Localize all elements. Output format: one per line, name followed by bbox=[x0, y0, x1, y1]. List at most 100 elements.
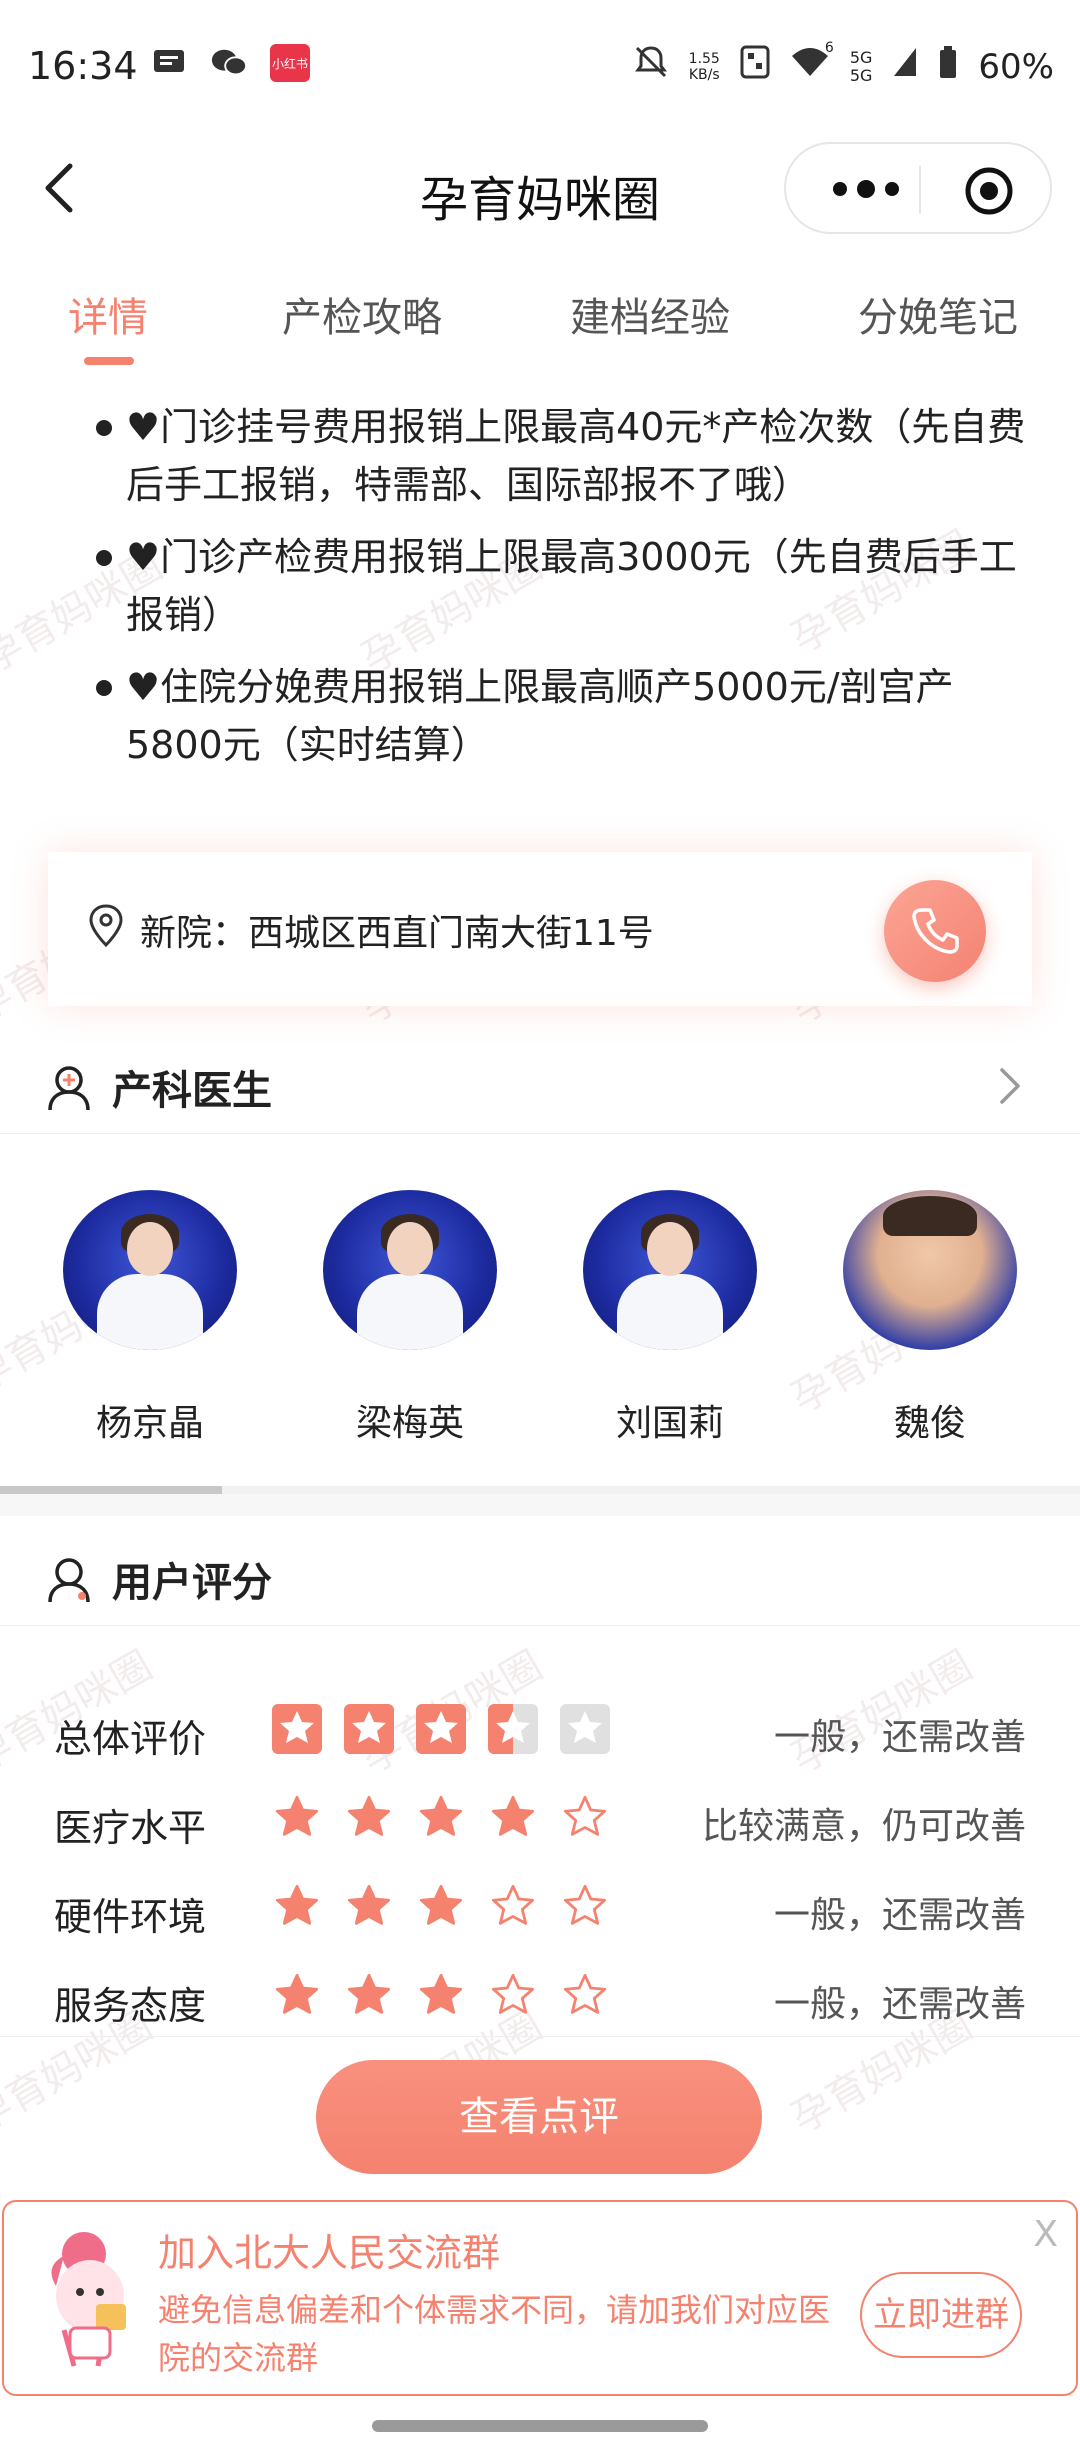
user-icon bbox=[46, 1556, 92, 1604]
target-icon bbox=[965, 167, 1013, 215]
doctor-avatar bbox=[843, 1190, 1017, 1350]
battery-icon bbox=[938, 45, 958, 88]
list-item: ♥门诊产检费用报销上限最高3000元（先自费后手工报销） bbox=[94, 528, 1034, 644]
capsule-menu bbox=[784, 142, 1052, 234]
join-group-banner[interactable]: 加入北大人民交流群 避免信息偏差和个体需求不同，请加我们对应医院的交流群 立即进… bbox=[2, 2200, 1078, 2396]
tab-bar: 详情 产检攻略 建档经验 分娩笔记 bbox=[0, 285, 1080, 365]
signal-icon bbox=[892, 46, 918, 87]
doctor-avatar bbox=[323, 1190, 497, 1350]
doctor-avatar bbox=[63, 1190, 237, 1350]
tab-delivery-notes[interactable]: 分娩笔记 bbox=[858, 285, 1018, 343]
rating-row: 服务态度 一般，还需改善 bbox=[0, 1967, 1080, 2037]
star-filled-icon bbox=[416, 1971, 466, 2021]
doctor-name: 魏俊 bbox=[893, 1403, 966, 1444]
star-empty-icon bbox=[560, 1704, 610, 1754]
star-filled-icon bbox=[272, 1971, 322, 2021]
star-filled-icon bbox=[488, 1793, 538, 1843]
battery-level: 60% bbox=[978, 46, 1054, 87]
doctor-icon bbox=[46, 1064, 92, 1112]
doctors-section-header[interactable]: 产科医生 bbox=[0, 1038, 1080, 1134]
banner-title: 加入北大人民交流群 bbox=[158, 2231, 501, 2275]
rating-label: 硬件环境 bbox=[54, 1895, 207, 1939]
doctor-name: 杨京晶 bbox=[95, 1403, 204, 1444]
section-title: 用户评分 bbox=[112, 1560, 272, 1606]
doctor-name: 梁梅英 bbox=[355, 1403, 464, 1444]
status-right: 1.55 KB/s 6 5G 5G 60% bbox=[633, 40, 1054, 89]
phone-icon bbox=[912, 908, 959, 954]
doctor-name: 刘国莉 bbox=[615, 1403, 724, 1444]
carousel-scrollbar[interactable] bbox=[0, 1486, 1080, 1494]
doctor-card[interactable]: 魏俊 bbox=[830, 1190, 1030, 1446]
rating-row: 医疗水平 比较满意，仍可改善 bbox=[0, 1789, 1080, 1859]
wifi-icon: 6 bbox=[790, 40, 834, 87]
mini-program-header: 孕育妈咪圈 bbox=[0, 130, 1080, 250]
star-outline-icon bbox=[488, 1971, 538, 2021]
star-filled-icon bbox=[416, 1793, 466, 1843]
ratings-section-header: 用户评分 bbox=[0, 1530, 1080, 1626]
nfc-icon bbox=[740, 45, 770, 88]
doctor-card[interactable]: 梁梅英 bbox=[310, 1190, 510, 1446]
signal-5g-a: 5G bbox=[849, 47, 873, 67]
star-filled-icon bbox=[344, 1793, 394, 1843]
doctor-avatar bbox=[583, 1190, 757, 1350]
star-filled-icon bbox=[272, 1704, 322, 1754]
star-rating bbox=[272, 1882, 610, 1932]
star-rating bbox=[272, 1971, 610, 2021]
view-reviews-button[interactable]: 查看点评 bbox=[316, 2060, 762, 2174]
mascot-icon bbox=[34, 2226, 144, 2376]
signal-5g-b: 5G bbox=[849, 65, 873, 85]
rating-label: 总体评价 bbox=[54, 1717, 207, 1761]
mute-icon bbox=[633, 44, 669, 89]
star-outline-icon bbox=[560, 1971, 610, 2021]
call-button[interactable] bbox=[884, 880, 986, 982]
net-speed-value: 1.55 bbox=[688, 50, 720, 67]
more-button[interactable] bbox=[826, 174, 906, 204]
wechat-icon bbox=[210, 44, 248, 82]
star-filled-icon bbox=[416, 1704, 466, 1754]
divider bbox=[0, 2036, 1080, 2037]
rating-text: 一般，还需改善 bbox=[773, 1895, 1026, 1936]
chevron-right-icon bbox=[996, 1066, 1024, 1106]
list-item: ♥门诊挂号费用报销上限最高40元*产检次数（先自费后手工报销，特需部、国际部报不… bbox=[94, 398, 1034, 514]
rating-text: 比较满意，仍可改善 bbox=[701, 1806, 1026, 1847]
star-outline-icon bbox=[560, 1793, 610, 1843]
rating-label: 医疗水平 bbox=[54, 1806, 207, 1850]
star-filled-icon bbox=[344, 1882, 394, 1932]
section-gap bbox=[0, 1494, 1080, 1516]
section-title: 产科医生 bbox=[112, 1068, 272, 1114]
star-filled-icon bbox=[344, 1971, 394, 2021]
close-mini-program-button[interactable] bbox=[964, 166, 1014, 216]
tab-active-indicator bbox=[84, 357, 134, 365]
reimbursement-list: ♥门诊挂号费用报销上限最高40元*产检次数（先自费后手工报销，特需部、国际部报不… bbox=[94, 398, 1034, 788]
tab-registration-experience[interactable]: 建档经验 bbox=[570, 285, 730, 343]
doctor-card[interactable]: 杨京晶 bbox=[50, 1190, 250, 1446]
signal-5g: 5G 5G bbox=[849, 47, 873, 85]
carousel-scroll-thumb[interactable] bbox=[0, 1486, 222, 1494]
star-outline-icon bbox=[488, 1882, 538, 1932]
wifi-num: 6 bbox=[824, 40, 834, 56]
more-dots-icon bbox=[833, 180, 899, 198]
join-group-button[interactable]: 立即进群 bbox=[860, 2272, 1022, 2358]
xiaohongshu-icon: 小红书 bbox=[270, 44, 310, 82]
rating-text: 一般，还需改善 bbox=[773, 1717, 1026, 1758]
star-rating-boxed bbox=[272, 1704, 610, 1754]
address-text: 新院：西城区西直门南大街11号 bbox=[140, 913, 654, 954]
star-filled-icon bbox=[272, 1882, 322, 1932]
net-speed: 1.55 KB/s bbox=[689, 51, 720, 83]
doctor-card[interactable]: 刘国莉 bbox=[570, 1190, 770, 1446]
rating-row: 硬件环境 一般，还需改善 bbox=[0, 1878, 1080, 1948]
capsule-divider bbox=[919, 166, 921, 214]
star-filled-icon bbox=[272, 1793, 322, 1843]
tab-checkup-guide[interactable]: 产检攻略 bbox=[282, 285, 442, 343]
status-time: 16:34 bbox=[28, 44, 138, 88]
star-filled-icon bbox=[344, 1704, 394, 1754]
home-indicator[interactable] bbox=[372, 2420, 708, 2432]
banner-close-button[interactable]: X bbox=[1033, 2214, 1058, 2255]
tab-details[interactable]: 详情 bbox=[68, 285, 148, 343]
doctor-carousel: 杨京晶 梁梅英 刘国莉 魏俊 bbox=[0, 1190, 1080, 1490]
message-icon bbox=[150, 44, 188, 82]
status-bar: 16:34 小红书 1.55 KB/s 6 5G 5G 60% bbox=[0, 0, 1080, 130]
star-outline-icon bbox=[560, 1882, 610, 1932]
location-pin-icon bbox=[88, 904, 128, 952]
rating-text: 一般，还需改善 bbox=[773, 1984, 1026, 2025]
